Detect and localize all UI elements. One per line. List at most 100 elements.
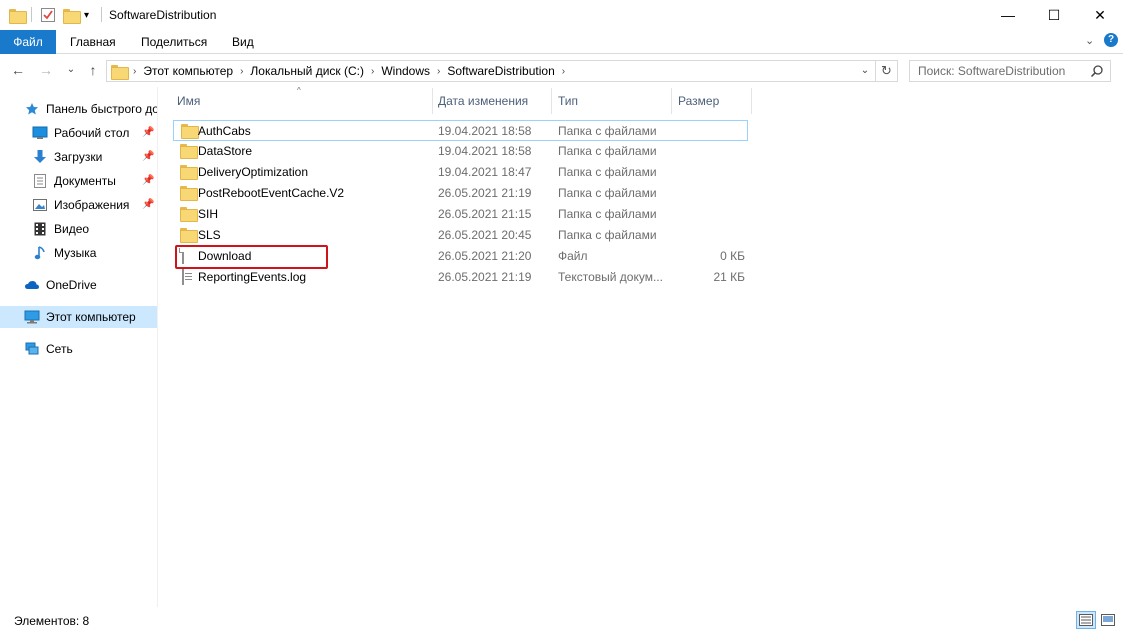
sidebar-item-quick-access[interactable]: Панель быстрого доступа (0, 98, 157, 120)
refresh-button[interactable]: ↻ (876, 60, 898, 82)
sidebar-item-label: Загрузки (54, 150, 103, 164)
folder-icon (180, 186, 198, 202)
column-divider[interactable] (751, 88, 752, 114)
folder-icon (181, 124, 199, 140)
search-input[interactable] (910, 61, 1088, 81)
file-size: 21 КБ (713, 270, 745, 284)
tab-home[interactable]: Главная (56, 30, 130, 54)
sidebar-item-network[interactable]: Сеть (0, 338, 157, 360)
pane-divider[interactable] (157, 87, 158, 607)
folder-icon (180, 207, 198, 223)
computer-icon (24, 309, 40, 325)
file-name: SIH (198, 207, 219, 221)
search-box[interactable] (909, 60, 1111, 82)
folder-icon (180, 165, 198, 181)
item-count: Элементов: 8 (14, 614, 90, 628)
breadcrumb-separator[interactable]: › (435, 66, 442, 77)
file-type: Папка с файлами (558, 186, 657, 200)
file-size (678, 183, 745, 204)
table-row[interactable]: DeliveryOptimization 19.04.2021 18:47 Па… (173, 162, 748, 183)
large-icons-view-button[interactable] (1098, 611, 1118, 629)
pictures-icon (32, 197, 48, 213)
file-name: AuthCabs (198, 124, 251, 138)
star-icon (24, 101, 40, 117)
file-type: Папка с файлами (558, 165, 657, 179)
pin-icon[interactable]: 📌 (142, 127, 154, 138)
pin-icon[interactable]: 📌 (142, 151, 154, 162)
sidebar-item-music[interactable]: Музыка (0, 242, 157, 264)
file-date: 26.05.2021 21:19 (438, 270, 532, 284)
breadcrumb-local-disk[interactable]: Локальный диск (C:) (245, 64, 369, 78)
tab-view[interactable]: Вид (218, 30, 268, 54)
sidebar-item-label: Панель быстрого доступа (46, 102, 157, 116)
file-type: Файл (558, 249, 588, 263)
sidebar-item-downloads[interactable]: Загрузки 📌 (0, 146, 157, 168)
breadcrumb-windows[interactable]: Windows (376, 64, 435, 78)
back-button[interactable]: ← (9, 61, 27, 79)
sidebar-item-desktop[interactable]: Рабочий стол 📌 (0, 122, 157, 144)
file-size (678, 162, 745, 183)
video-icon (32, 221, 48, 237)
sidebar-item-videos[interactable]: Видео (0, 218, 157, 240)
ribbon-tabs: Файл Главная Поделиться Вид ⌄ ? (0, 30, 1123, 54)
divider (31, 7, 32, 22)
maximize-button[interactable]: ☐ (1031, 0, 1077, 30)
breadcrumb-this-pc[interactable]: Этот компьютер (138, 64, 238, 78)
tab-share[interactable]: Поделиться (127, 30, 221, 54)
documents-icon (32, 173, 48, 189)
column-header-date[interactable]: Дата изменения (431, 88, 551, 114)
breadcrumb-separator[interactable]: › (238, 66, 245, 77)
table-row[interactable]: ReportingEvents.log 26.05.2021 21:19 Тек… (173, 267, 748, 288)
sidebar-item-this-pc[interactable]: Этот компьютер (0, 306, 157, 328)
sidebar-item-label: Сеть (46, 342, 73, 356)
table-row[interactable]: PostRebootEventCache.V2 26.05.2021 21:19… (173, 183, 748, 204)
file-type: Папка с файлами (558, 124, 657, 138)
new-folder-icon[interactable] (63, 6, 81, 24)
status-bar: Элементов: 8 (0, 609, 1123, 632)
details-view-icon (1079, 614, 1093, 626)
folder-icon (111, 64, 129, 80)
file-type: Папка с файлами (558, 207, 657, 221)
file-size (678, 121, 745, 142)
breadcrumb-separator[interactable]: › (131, 66, 138, 77)
sidebar-item-onedrive[interactable]: OneDrive (0, 274, 157, 296)
window-title: SoftwareDistribution (109, 8, 217, 22)
column-header-size[interactable]: Размер (671, 88, 751, 114)
details-view-button[interactable] (1076, 611, 1096, 629)
sidebar-item-documents[interactable]: Документы 📌 (0, 170, 157, 192)
breadcrumb-software-distribution[interactable]: SoftwareDistribution (442, 64, 559, 78)
breadcrumb-separator[interactable]: › (560, 66, 567, 77)
navigation-pane: Панель быстрого доступа Рабочий стол 📌 З… (0, 92, 157, 606)
search-icon[interactable] (1090, 64, 1104, 78)
pin-icon[interactable]: 📌 (142, 199, 154, 210)
help-icon[interactable]: ? (1104, 33, 1118, 47)
up-button[interactable]: ↑ (84, 61, 102, 79)
column-header-name[interactable]: Имя (170, 88, 432, 114)
sidebar-item-label: Этот компьютер (46, 310, 136, 324)
pin-icon[interactable]: 📌 (142, 175, 154, 186)
table-row[interactable]: AuthCabs 19.04.2021 18:58 Папка с файлам… (173, 120, 748, 141)
minimize-button[interactable]: — (985, 0, 1031, 30)
column-header-type[interactable]: Тип (551, 88, 671, 114)
forward-button[interactable]: → (37, 61, 55, 79)
properties-checkbox-icon[interactable] (40, 6, 56, 24)
file-size (678, 225, 745, 246)
close-button[interactable]: ✕ (1077, 0, 1123, 30)
recent-locations-chevron-icon[interactable]: ⌄ (62, 61, 80, 79)
file-size (678, 204, 745, 225)
expand-ribbon-chevron-icon[interactable]: ⌄ (1085, 34, 1094, 47)
highlight-annotation (175, 245, 328, 269)
folder-icon (180, 228, 198, 244)
file-date: 19.04.2021 18:58 (438, 124, 532, 138)
address-bar[interactable]: › Этот компьютер › Локальный диск (C:) ›… (106, 60, 876, 82)
tab-file[interactable]: Файл (0, 30, 56, 54)
table-row[interactable]: SIH 26.05.2021 21:15 Папка с файлами (173, 204, 748, 225)
sidebar-item-pictures[interactable]: Изображения 📌 (0, 194, 157, 216)
breadcrumb-separator[interactable]: › (369, 66, 376, 77)
address-dropdown-chevron-icon[interactable]: ⌄ (857, 63, 873, 79)
customize-toolbar-chevron-icon[interactable]: ▾ (84, 6, 89, 24)
sidebar-item-label: OneDrive (46, 278, 97, 292)
table-row[interactable]: DataStore 19.04.2021 18:58 Папка с файла… (173, 141, 748, 162)
file-type: Папка с файлами (558, 144, 657, 158)
table-row[interactable]: SLS 26.05.2021 20:45 Папка с файлами (173, 225, 748, 246)
